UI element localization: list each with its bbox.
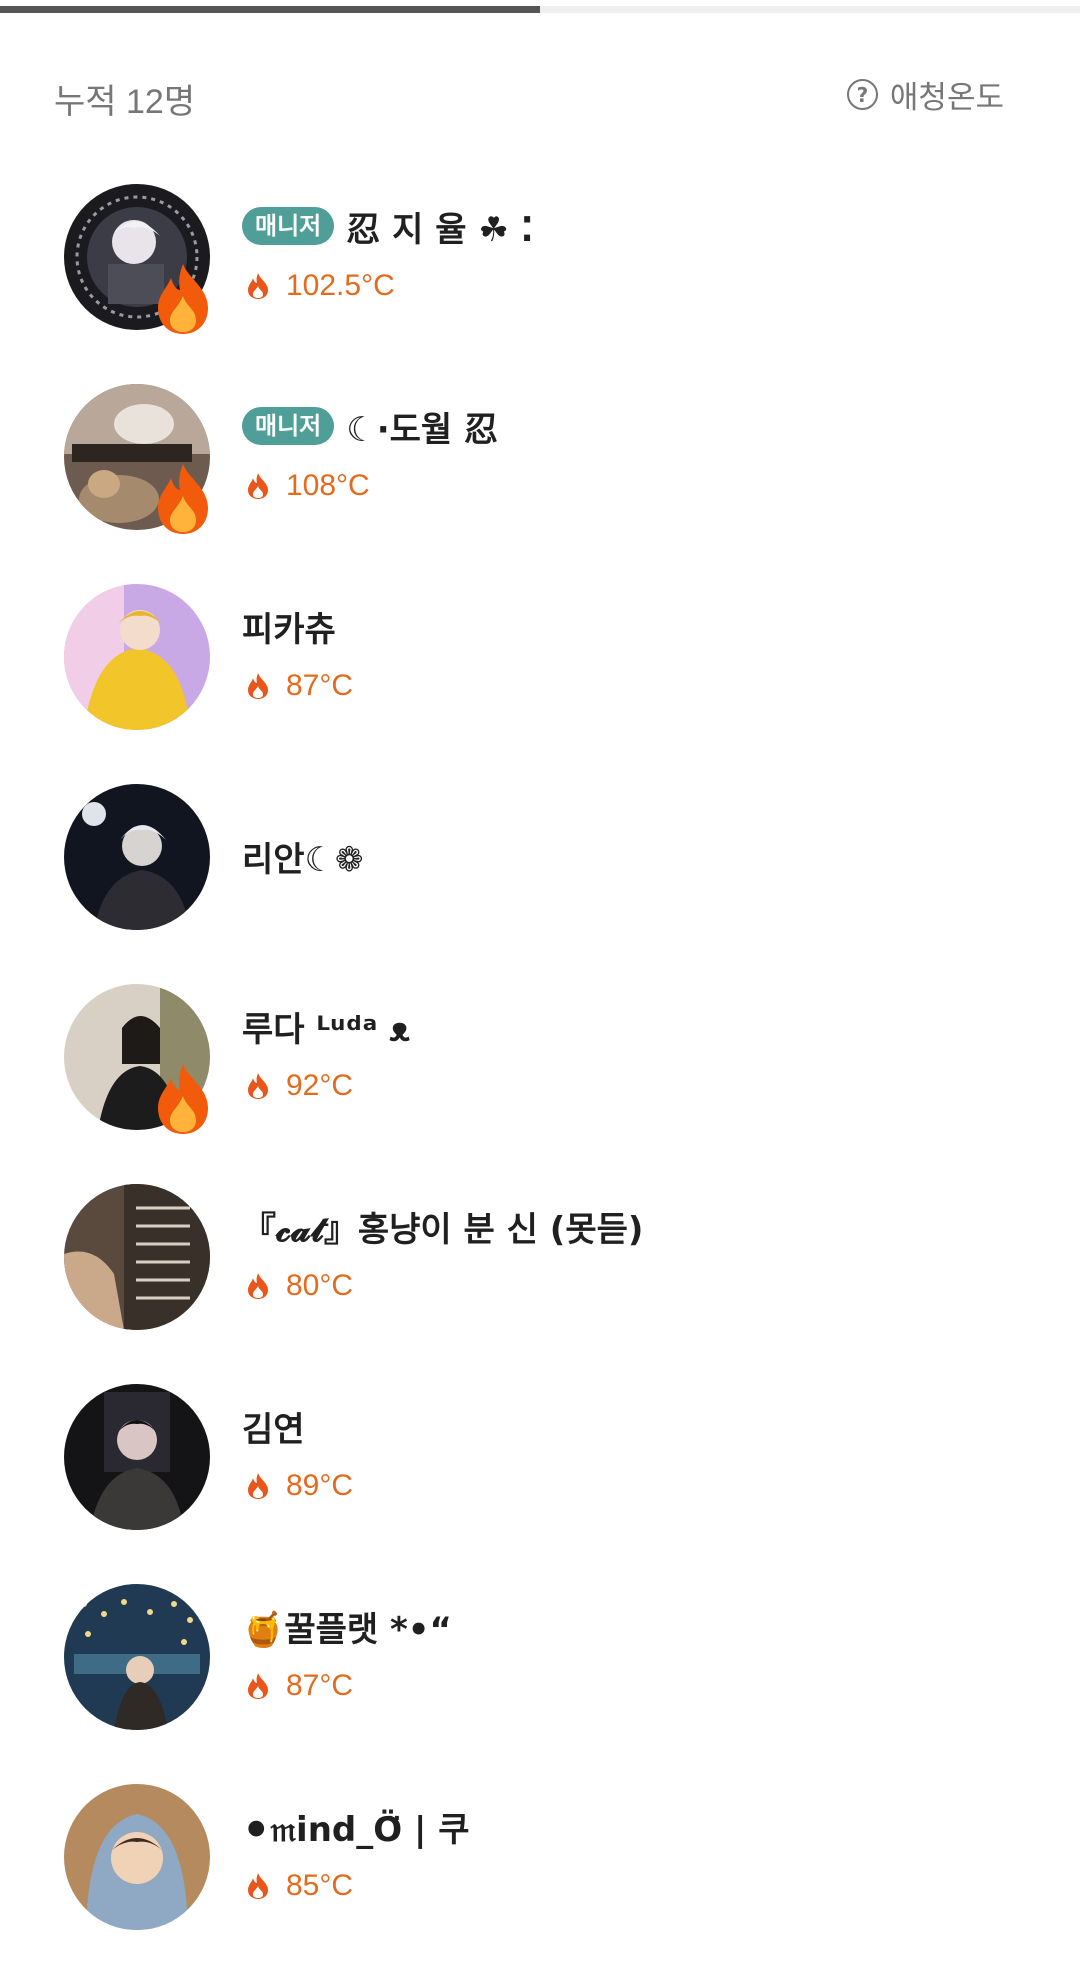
avatar[interactable] [64, 1584, 210, 1730]
member-name: 忍 지 율 ☘︎ ⁚ [346, 209, 534, 250]
member-name: 피카츄 [242, 609, 336, 650]
flame-icon [248, 1073, 268, 1099]
avatar[interactable] [64, 784, 210, 930]
temperature-value: 92°C [286, 1069, 354, 1102]
progress-bar [0, 6, 1080, 13]
member-list: 매니저 忍 지 율 ☘︎ ⁚ 102.5°C 매니저 ☾·도월 忍 108°C … [0, 178, 1080, 1978]
flame-icon [248, 273, 268, 299]
member-name: 🍯꿀플랫 *•“ [242, 1609, 452, 1650]
avatar[interactable] [64, 1384, 210, 1530]
flame-icon [248, 1673, 268, 1699]
flame-icon [248, 1273, 268, 1299]
member-name: 김연 [242, 1409, 305, 1450]
progress-bar-fill [0, 6, 540, 13]
avatar[interactable] [64, 1784, 210, 1930]
member-row[interactable]: 매니저 忍 지 율 ☘︎ ⁚ 102.5°C [0, 178, 1080, 378]
member-name: 루다 ᴸᵘᵈᵃ ᴥ [242, 1009, 411, 1050]
member-row[interactable]: 『𝓬𝓪𝓽』홍냥이 분 신 (못듣) 80°C [0, 1178, 1080, 1378]
temperature-value: 80°C [286, 1269, 354, 1302]
hot-fire-badge-icon [158, 264, 208, 334]
temperature-value: 85°C [286, 1869, 354, 1902]
member-name: ☾·도월 忍 [346, 409, 499, 450]
member-row[interactable]: 🍯꿀플랫 *•“ 87°C [0, 1578, 1080, 1778]
temperature-value: 102.5°C [286, 269, 395, 302]
manager-badge: 매니저 [242, 406, 335, 446]
temperature-value: 87°C [286, 1669, 354, 1702]
manager-badge: 매니저 [242, 206, 335, 246]
flame-icon [248, 1873, 268, 1899]
flame-icon [248, 473, 268, 499]
list-header: 누적 12명 ? 애청온도 [0, 60, 1080, 140]
total-count-label: 누적 12명 [54, 83, 196, 121]
flame-icon [248, 1473, 268, 1499]
member-row[interactable]: 리안☾❁ [0, 778, 1080, 978]
member-name: ⚫𝔪ind_Ö̈ | 쿠 [242, 1809, 470, 1850]
avatar[interactable] [64, 584, 210, 730]
hot-fire-badge-icon [158, 1064, 208, 1134]
member-row[interactable]: 루다 ᴸᵘᵈᵃ ᴥ 92°C [0, 978, 1080, 1178]
affection-temperature-info-button[interactable]: ? 애청온도 [846, 72, 1004, 117]
member-row[interactable]: 매니저 ☾·도월 忍 108°C [0, 378, 1080, 578]
flame-icon [248, 673, 268, 699]
help-circle-icon: ? [846, 79, 878, 110]
temperature-value: 89°C [286, 1469, 354, 1502]
member-row[interactable]: 피카츄 87°C [0, 578, 1080, 778]
member-name: 『𝓬𝓪𝓽』홍냥이 분 신 (못듣) [242, 1209, 644, 1250]
avatar[interactable] [64, 1184, 210, 1330]
affection-temperature-label: 애청온도 [889, 80, 1004, 116]
temperature-value: 108°C [286, 469, 370, 502]
member-row[interactable]: 김연 89°C [0, 1378, 1080, 1578]
member-row[interactable]: ⚫𝔪ind_Ö̈ | 쿠 85°C [0, 1778, 1080, 1978]
member-name: 리안☾❁ [242, 839, 364, 880]
temperature-value: 87°C [286, 669, 354, 702]
hot-fire-badge-icon [158, 464, 208, 534]
